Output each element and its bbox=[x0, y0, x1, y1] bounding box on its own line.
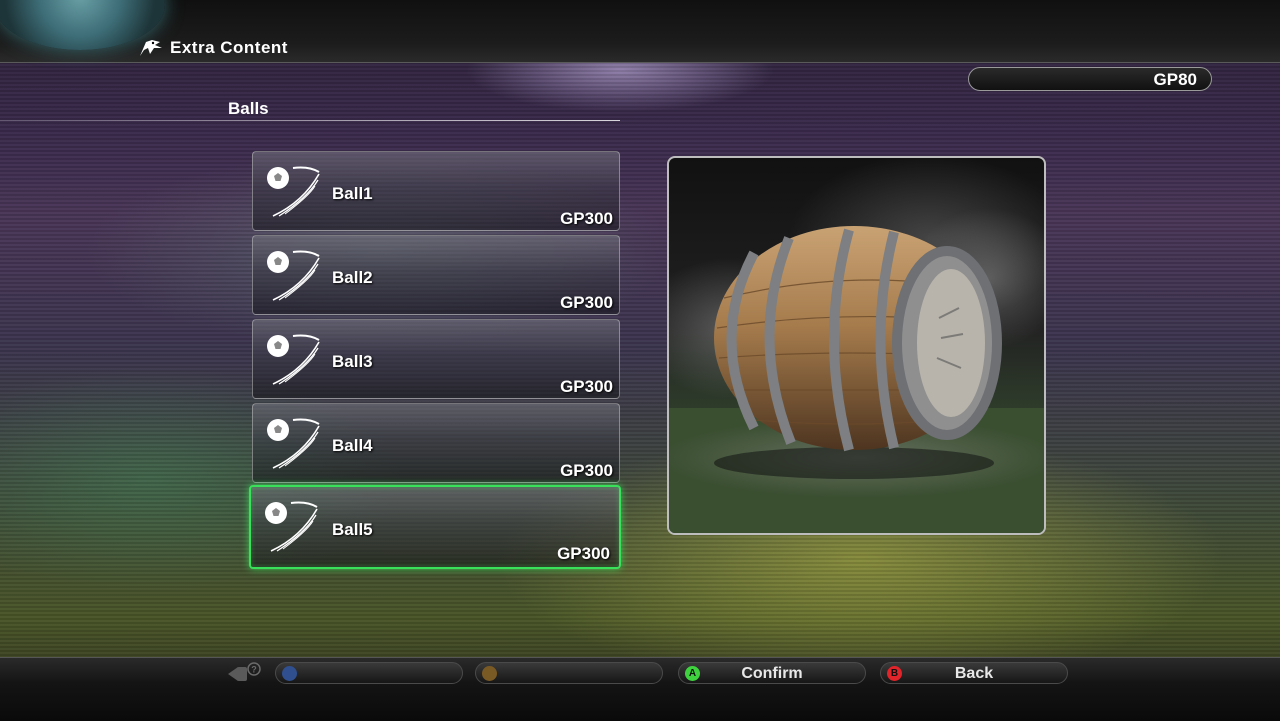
item-name: Ball4 bbox=[332, 436, 373, 455]
svg-text:?: ? bbox=[251, 665, 257, 675]
item-preview bbox=[667, 156, 1046, 535]
list-item[interactable]: Ball3 GP300 bbox=[252, 319, 620, 399]
section-divider bbox=[0, 120, 620, 121]
item-price: GP300 bbox=[560, 293, 613, 312]
gp-balance: GP80 bbox=[968, 67, 1212, 91]
back-label: Back bbox=[954, 665, 994, 682]
ball-icon bbox=[265, 501, 318, 552]
ball-icon bbox=[267, 418, 320, 469]
item-name: Ball5 bbox=[332, 520, 373, 539]
x-button-icon bbox=[282, 666, 297, 681]
y-button-icon bbox=[482, 666, 497, 681]
list-item[interactable]: Ball1 GP300 bbox=[252, 151, 620, 231]
item-name: Ball1 bbox=[332, 184, 373, 203]
confirm-button[interactable]: A Confirm bbox=[678, 662, 866, 684]
breadcrumb-label: Extra Content bbox=[170, 38, 288, 57]
barrel-ball-preview bbox=[669, 208, 1044, 533]
y-action-button[interactable] bbox=[475, 662, 663, 684]
item-list: Ball1 GP300 Ball2 GP300 Ball3 GP300 Ball… bbox=[249, 151, 621, 575]
section-title: Balls bbox=[228, 99, 269, 118]
item-price: GP300 bbox=[560, 377, 613, 396]
top-bar: Extra Content bbox=[0, 0, 1280, 63]
list-item[interactable]: Ball2 GP300 bbox=[252, 235, 620, 315]
item-price: GP300 bbox=[560, 461, 613, 480]
breadcrumb: Extra Content bbox=[138, 38, 288, 58]
back-button[interactable]: B Back bbox=[880, 662, 1068, 684]
ball-icon bbox=[267, 166, 320, 217]
item-price: GP300 bbox=[557, 544, 610, 563]
help-icon: ? bbox=[228, 662, 261, 681]
dragon-logo-icon bbox=[140, 40, 162, 56]
x-action-button[interactable] bbox=[275, 662, 463, 684]
item-price: GP300 bbox=[560, 209, 613, 228]
background-art bbox=[0, 0, 1280, 720]
list-item[interactable]: Ball4 GP300 bbox=[252, 403, 620, 483]
ball-icon bbox=[267, 334, 320, 385]
list-item-selected[interactable]: Ball5 GP300 bbox=[249, 485, 621, 569]
item-name: Ball2 bbox=[332, 268, 373, 287]
confirm-label: Confirm bbox=[741, 665, 803, 682]
item-name: Ball3 bbox=[332, 352, 373, 371]
ball-icon bbox=[267, 250, 320, 301]
